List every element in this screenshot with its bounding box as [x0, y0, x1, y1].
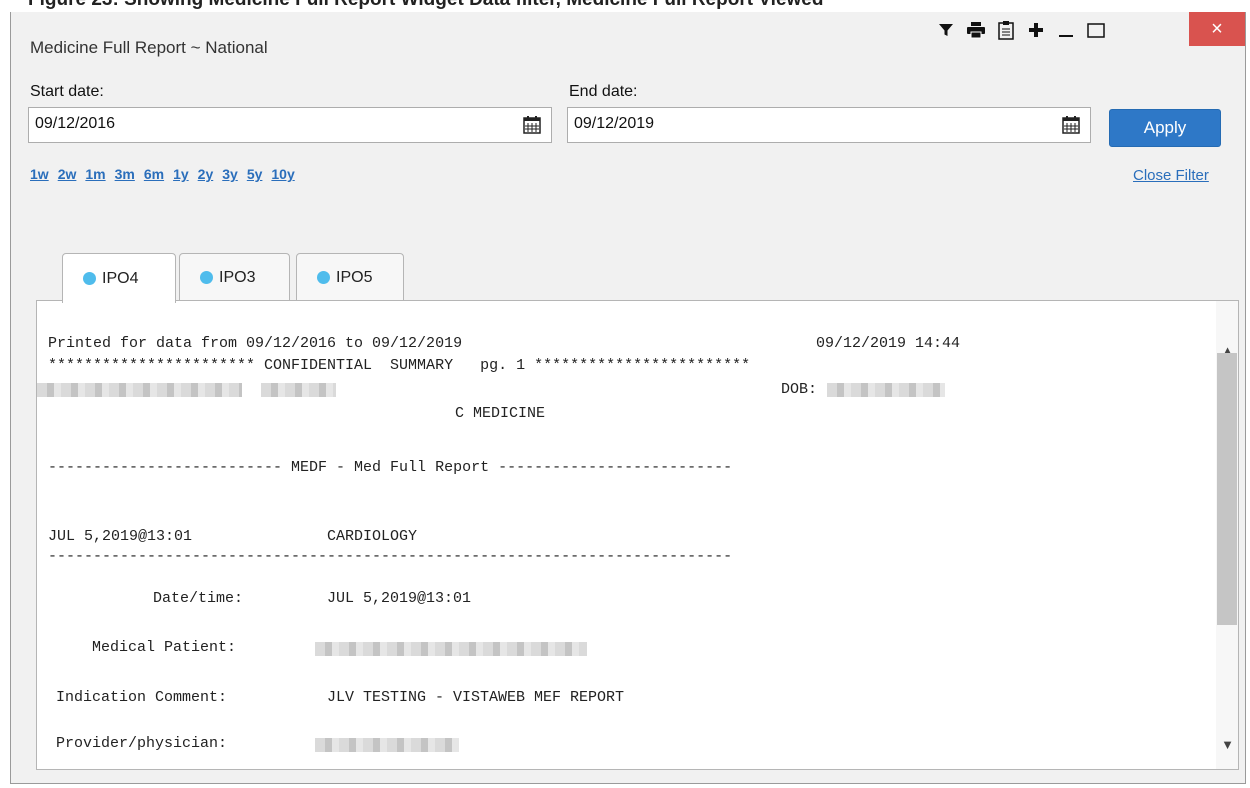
start-date-label: Start date:: [30, 83, 104, 100]
scroll-down-icon[interactable]: ▼: [1221, 737, 1234, 752]
filter-icon[interactable]: [931, 15, 961, 45]
site-dot-icon: [200, 271, 213, 284]
tab-ipo4[interactable]: IPO4: [62, 253, 176, 303]
calendar-icon[interactable]: [1062, 115, 1080, 139]
redacted-patient-name: [37, 383, 242, 397]
clipboard-icon[interactable]: [991, 15, 1021, 45]
dob-label: DOB:: [781, 381, 818, 398]
end-date-input[interactable]: [574, 115, 1014, 133]
start-date-input[interactable]: [35, 115, 475, 133]
report-content-pane: Printed for data from 09/12/2016 to 09/1…: [36, 300, 1239, 770]
tab-ipo5[interactable]: IPO5: [296, 253, 404, 301]
start-date-field[interactable]: [28, 107, 552, 143]
tab-label: IPO3: [219, 268, 256, 286]
range-10y[interactable]: 10y: [271, 166, 294, 182]
printed-timestamp: 09/12/2019 14:44: [816, 335, 961, 352]
field-label-indication-comment: Indication Comment:: [56, 689, 228, 706]
medf-header-line: -------------------------- MEDF - Med Fu…: [48, 459, 733, 476]
field-value-indication-comment: JLV TESTING - VISTAWEB MEF REPORT: [327, 689, 625, 706]
entry-datetime: JUL 5,2019@13:01: [48, 528, 193, 545]
window-toolbar: [931, 15, 1111, 45]
range-5y[interactable]: 5y: [247, 166, 263, 182]
plus-icon[interactable]: [1021, 15, 1051, 45]
site-dot-icon: [83, 272, 96, 285]
range-3y[interactable]: 3y: [222, 166, 238, 182]
end-date-label: End date:: [569, 83, 638, 100]
field-label-datetime: Date/time:: [153, 590, 244, 607]
scrollbar-thumb[interactable]: [1217, 353, 1237, 625]
printed-for-line: Printed for data from 09/12/2016 to 09/1…: [48, 335, 463, 352]
site-dot-icon: [317, 271, 330, 284]
range-2y[interactable]: 2y: [198, 166, 214, 182]
end-date-field[interactable]: [567, 107, 1091, 143]
window-title: Medicine Full Report ~ National: [30, 38, 268, 57]
range-1m[interactable]: 1m: [85, 166, 105, 182]
report-widget-window: Medicine Full Report ~ National × Start …: [10, 12, 1246, 784]
range-1w[interactable]: 1w: [30, 166, 49, 182]
entry-rule-line: ----------------------------------------…: [48, 548, 733, 565]
redacted-medical-patient: [315, 642, 587, 656]
figure-caption: Figure 23: Showing Medicine Full Report …: [0, 0, 1250, 12]
tab-label: IPO5: [336, 268, 373, 286]
field-label-medical-patient: Medical Patient:: [92, 639, 237, 656]
range-2w[interactable]: 2w: [58, 166, 77, 182]
minimize-icon[interactable]: [1051, 15, 1081, 45]
range-3m[interactable]: 3m: [115, 166, 135, 182]
apply-button[interactable]: Apply: [1109, 109, 1221, 147]
tab-label: IPO4: [102, 269, 139, 287]
redacted-dob: [827, 383, 945, 397]
entry-specialty: CARDIOLOGY: [327, 528, 418, 545]
close-filter-link[interactable]: Close Filter: [1133, 167, 1209, 184]
field-label-provider: Provider/physician:: [56, 735, 228, 752]
redacted-patient-id: [261, 383, 336, 397]
print-icon[interactable]: [961, 15, 991, 45]
range-1y[interactable]: 1y: [173, 166, 189, 182]
tab-ipo3[interactable]: IPO3: [179, 253, 290, 301]
redacted-provider: [315, 738, 459, 752]
figure-caption-text: Figure 23: Showing Medicine Full Report …: [28, 0, 823, 11]
date-range-shortcuts: 1w 2w 1m 3m 6m 1y 2y 3y 5y 10y: [30, 166, 295, 182]
vertical-scrollbar[interactable]: ▲ ▼: [1216, 301, 1238, 769]
calendar-icon[interactable]: [523, 115, 541, 139]
close-button[interactable]: ×: [1189, 12, 1245, 46]
confidential-banner: *********************** CONFIDENTIAL SUM…: [48, 357, 751, 374]
maximize-icon[interactable]: [1081, 15, 1111, 45]
range-6m[interactable]: 6m: [144, 166, 164, 182]
section-title: C MEDICINE: [455, 405, 546, 422]
field-value-datetime: JUL 5,2019@13:01: [327, 590, 472, 607]
close-icon: ×: [1211, 17, 1223, 40]
